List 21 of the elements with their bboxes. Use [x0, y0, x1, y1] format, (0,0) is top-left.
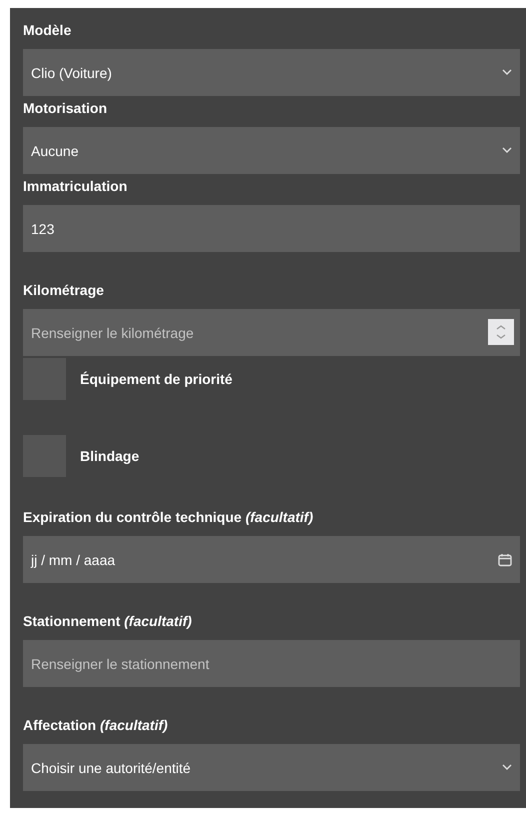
select-field[interactable]: Clio (Voiture) [23, 49, 520, 96]
chevron-down-icon [502, 69, 512, 76]
field-label: Stationnement (facultatif) [23, 613, 193, 630]
field-label: Motorisation [23, 100, 108, 117]
field-label: Expiration du contrôle technique (facultatif) [23, 509, 314, 526]
field-label: Affectation (facultatif) [23, 717, 169, 734]
date-field[interactable]: jj / mm / aaaa [23, 536, 520, 583]
field-label: Modèle [23, 22, 72, 39]
checkbox-label: Blindage [80, 448, 140, 464]
chevron-down-icon [502, 147, 512, 154]
chevron-down-icon [502, 764, 512, 771]
field-label: Kilométrage [23, 282, 105, 299]
text-field[interactable]: 123 [23, 205, 520, 252]
spinner-icon[interactable] [488, 319, 514, 345]
select-field[interactable]: Choisir une autorité/entité [23, 744, 520, 791]
field-label: Immatriculation [23, 178, 128, 195]
calendar-icon [498, 552, 512, 566]
checkbox-label: Équipement de priorité [80, 371, 232, 387]
number-field[interactable]: Renseigner le kilométrage [23, 309, 520, 356]
text-field[interactable]: Renseigner le stationnement [23, 640, 520, 687]
select-field[interactable]: Aucune [23, 127, 520, 174]
